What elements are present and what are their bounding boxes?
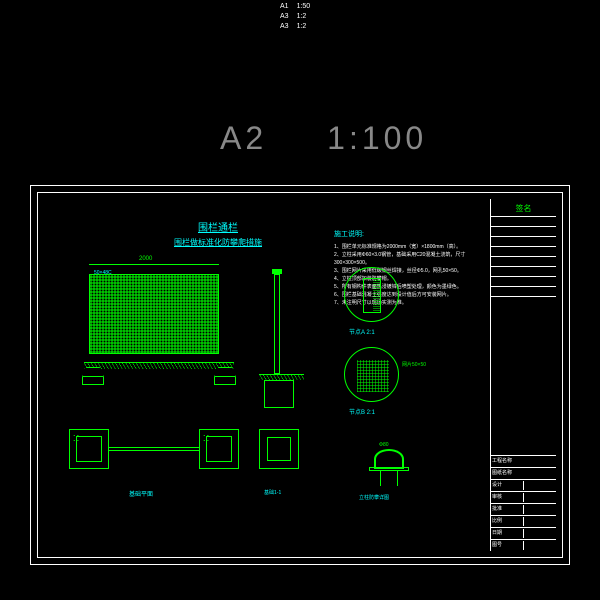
sheet-indicator: A2 1:100 [220, 120, 427, 157]
dimension-span: 2000 [139, 256, 152, 262]
drawing-canvas: 围栏通栏 围栏做标准化防攀爬措施 施工说明: 1、围栏单元标准规格为2000mm… [44, 199, 490, 551]
post-body [274, 274, 280, 374]
legend-size: A3 [280, 12, 289, 22]
post-cap-detail: Φ80 立柱防攀详图 [354, 444, 424, 504]
footing-left [82, 367, 104, 387]
titleblock: 签名 工程名称 图纸名称 设计 审核 批准 比例 日期 图号 [490, 199, 556, 551]
footing-plan-right: ∘ ∘∘ ∘ [199, 429, 239, 469]
paper-scale-legend: A1 1:50 A3 1:2 A3 1:2 [280, 2, 310, 31]
tb-row [491, 247, 556, 257]
detail-a-circle [344, 267, 399, 322]
cap-dome-inner [376, 451, 402, 467]
plan-label: 基础平面 [129, 489, 153, 498]
note-item: 2、立柱采用Φ60×3.0钢管，基础采用C20混凝土浇筑，尺寸300×300×5… [334, 251, 486, 267]
ground-hatch [84, 363, 234, 369]
legend-scale: 1:2 [297, 12, 307, 22]
beam-plan [109, 447, 199, 451]
cap-label: 立柱防攀详图 [359, 494, 389, 501]
titleblock-header: 签名 [491, 199, 556, 217]
legend-scale: 1:50 [297, 2, 311, 12]
tb-scale: 比例 [492, 517, 524, 526]
footing-plan-left: ∘ ∘∘ ∘ [69, 429, 109, 469]
tb-row [491, 287, 556, 297]
tb-project: 工程名称 [491, 455, 556, 467]
cap-pipe [380, 471, 398, 486]
titleblock-lower: 工程名称 图纸名称 设计 审核 批准 比例 日期 图号 [491, 455, 556, 551]
tb-row [491, 217, 556, 227]
tb-number: 图号 [492, 541, 524, 550]
legend-size: A1 [280, 2, 289, 12]
detail-a-label: 节点A 2:1 [349, 327, 375, 336]
cap-dimension: Φ80 [379, 442, 389, 448]
detail-b-label: 节点B 2:1 [349, 407, 375, 416]
legend-scale: 1:2 [297, 22, 307, 32]
fence-elevation: 2000 50×48C [74, 274, 234, 404]
tb-row [491, 267, 556, 277]
tb-approve: 批准 [492, 505, 524, 514]
legend-size: A3 [280, 22, 289, 32]
notes-header: 施工说明: [334, 229, 486, 240]
dimension-inner: 50×48C [94, 270, 112, 276]
title-sub: 围栏做标准化防攀爬措施 [174, 237, 262, 248]
sheet-scale-value: 1:100 [327, 120, 427, 156]
post-section [254, 274, 304, 444]
drawing-frame-outer: 围栏通栏 围栏做标准化防攀爬措施 施工说明: 1、围栏单元标准规格为2000mm… [30, 185, 570, 565]
fence-mesh-panel [89, 274, 219, 354]
tb-row [491, 237, 556, 247]
post-plan-label: 基础1-1 [264, 489, 281, 496]
sheet-size: A2 [220, 120, 267, 156]
tb-row [491, 257, 556, 267]
ground-line [84, 362, 234, 370]
post-footing-plan [259, 429, 299, 469]
tb-drawing: 图纸名称 [491, 467, 556, 479]
dimension-line [89, 264, 219, 265]
tb-design: 设计 [492, 481, 524, 490]
title-main: 围栏通栏 [174, 219, 262, 234]
detail-b-circle [344, 347, 399, 402]
footing-right [214, 367, 236, 387]
drawing-title: 围栏通栏 围栏做标准化防攀爬措施 [174, 219, 262, 248]
detail-b-mesh [357, 360, 389, 392]
detail-b-leader: 网片50×50 [402, 361, 426, 368]
tb-row [491, 277, 556, 287]
foundation-plan: ∘ ∘∘ ∘ ∘ ∘∘ ∘ 基础平面 [69, 429, 239, 509]
tb-date: 日期 [492, 529, 524, 538]
post-footing [264, 380, 294, 408]
tb-row [491, 227, 556, 237]
note-item: 1、围栏单元标准规格为2000mm（宽）×1800mm（高）。 [334, 243, 486, 251]
detail-a-mesh [373, 278, 381, 313]
tb-check: 审核 [492, 493, 524, 502]
drawing-frame-inner: 围栏通栏 围栏做标准化防攀爬措施 施工说明: 1、围栏单元标准规格为2000mm… [37, 192, 563, 558]
